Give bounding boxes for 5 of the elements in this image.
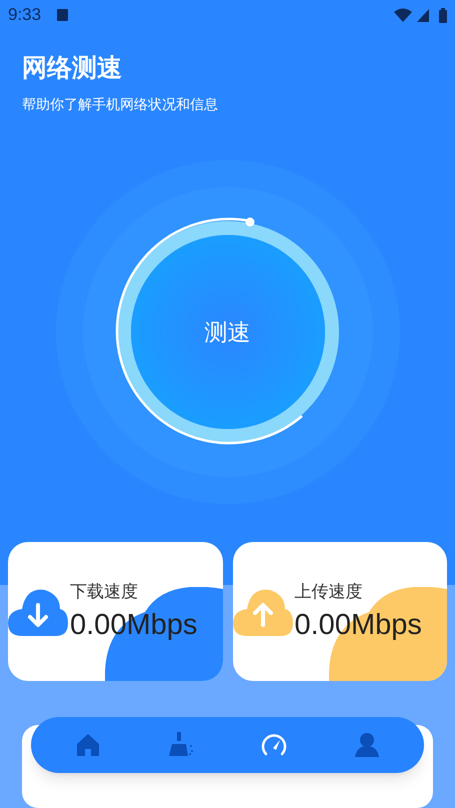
speed-label: 下载速度: [70, 581, 139, 603]
page-title: 网络测速: [22, 53, 123, 84]
status-time: 9:33: [8, 4, 42, 26]
speed-label: 上传速度: [294, 581, 364, 603]
page-subtitle: 帮助你了解手机网络状况和信息: [22, 95, 219, 114]
